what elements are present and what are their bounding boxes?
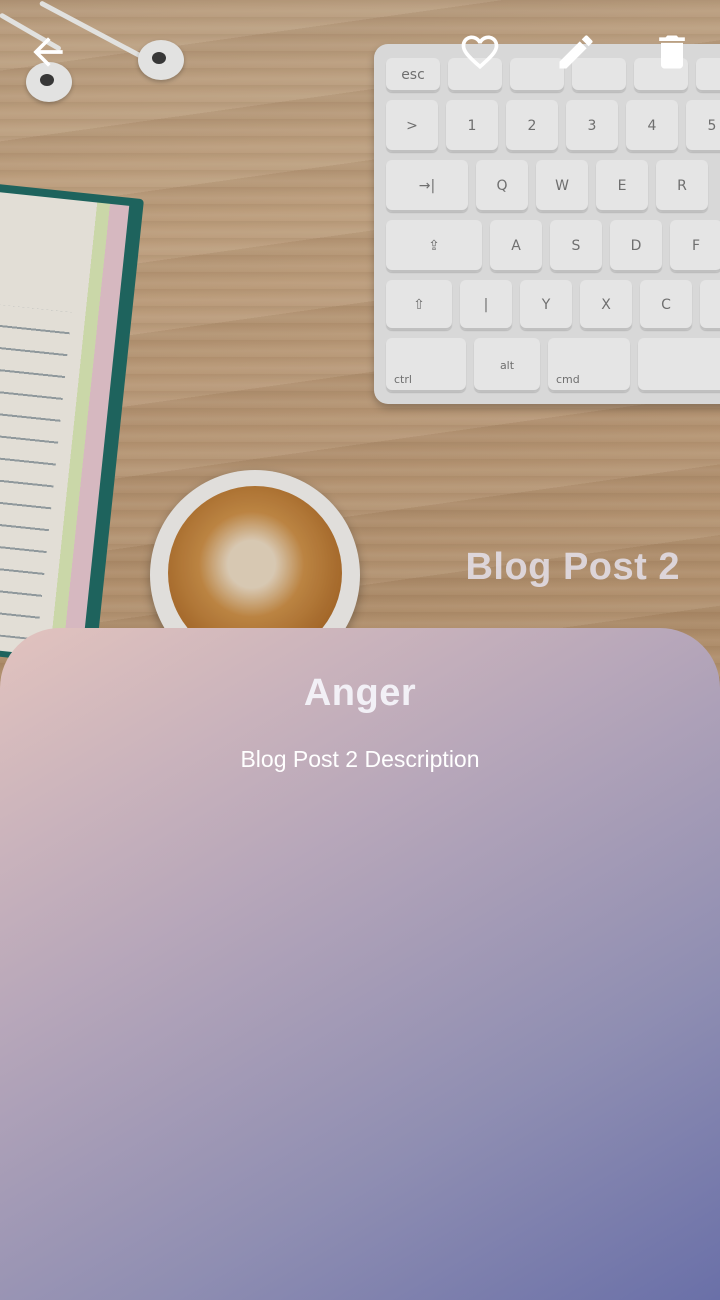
post-description: Blog Post 2 Description <box>240 746 480 772</box>
hero-overlay <box>0 0 720 700</box>
emotion-label: Anger <box>303 672 417 714</box>
delete-button[interactable] <box>648 28 696 76</box>
edit-button[interactable] <box>552 28 600 76</box>
arrow-left-icon <box>33 37 63 67</box>
hero-image: esc > 1 2 3 4 5 →| Q W E R ⇪ A S D F ⇧ |… <box>0 0 720 700</box>
trash-icon <box>659 35 685 69</box>
heart-outline-icon <box>461 35 499 70</box>
post-title: Blog Post 2 <box>465 546 680 588</box>
favorite-button[interactable] <box>456 28 504 76</box>
pencil-icon <box>559 35 593 69</box>
back-button[interactable] <box>24 28 72 76</box>
post-detail-card: Anger Blog Post 2 Description <box>0 628 720 1300</box>
